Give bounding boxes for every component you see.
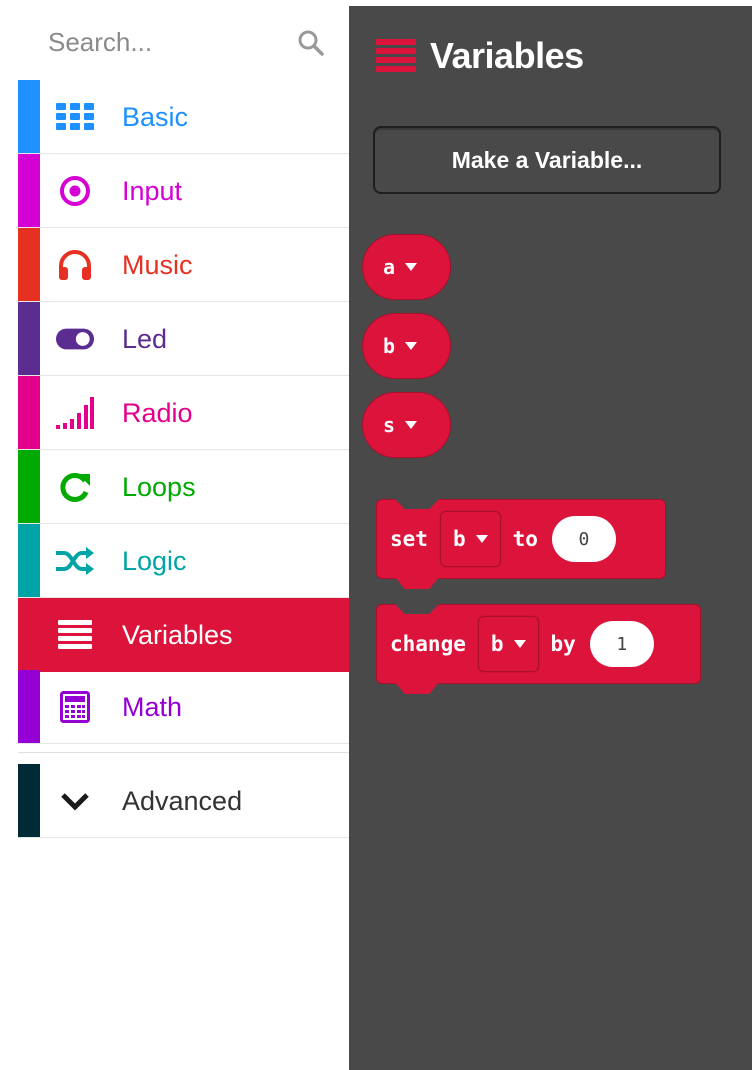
toggle-icon: [56, 321, 94, 357]
set-variable-block[interactable]: set b to 0: [376, 499, 666, 589]
category-label: Radio: [122, 398, 193, 428]
category-label: Advanced: [122, 786, 243, 816]
category-color-bar: [18, 154, 40, 227]
shuffle-icon: [56, 543, 94, 579]
dropdown-caret-icon: [513, 640, 526, 648]
category-label: Logic: [122, 546, 187, 576]
dropdown-value: b: [490, 632, 504, 656]
block-notch: [395, 499, 439, 509]
variable-reporter-s[interactable]: s: [362, 392, 451, 458]
number-input[interactable]: 1: [589, 621, 654, 667]
block-notch: [395, 604, 439, 614]
block-tab: [395, 577, 439, 589]
dropdown-caret-icon[interactable]: [405, 263, 418, 271]
category-variables[interactable]: Variables: [18, 598, 349, 672]
block-connector: by: [550, 632, 576, 656]
category-logic[interactable]: Logic: [18, 524, 349, 598]
category-label: Basic: [122, 102, 189, 132]
category-advanced[interactable]: Advanced: [18, 764, 349, 838]
signal-bars-icon: [56, 395, 94, 431]
variable-dropdown[interactable]: b: [477, 616, 539, 672]
chevron-down-icon: [56, 783, 94, 819]
dropdown-value: b: [452, 527, 466, 551]
category-label: Loops: [122, 472, 196, 502]
variable-name: b: [383, 334, 396, 358]
category-math[interactable]: Math: [18, 670, 349, 744]
category-color-bar: [18, 524, 40, 597]
dropdown-caret-icon[interactable]: [405, 421, 418, 429]
flyout-title: Variables: [430, 35, 584, 76]
target-icon: [56, 173, 94, 209]
number-input[interactable]: 0: [551, 516, 616, 562]
category-label: Variables: [122, 620, 233, 650]
category-input[interactable]: Input: [18, 154, 349, 228]
category-music[interactable]: Music: [18, 228, 349, 302]
category-color-bar: [18, 764, 40, 837]
category-color-bar: [18, 670, 40, 743]
variable-reporter-a[interactable]: a: [362, 234, 451, 300]
make-variable-button[interactable]: Make a Variable...: [373, 126, 721, 194]
change-variable-block[interactable]: change b by 1: [376, 604, 701, 694]
category-label: Math: [122, 692, 183, 722]
category-radio[interactable]: Radio: [18, 376, 349, 450]
grid-icon: [56, 99, 94, 135]
dropdown-caret-icon: [475, 535, 488, 543]
variable-name: s: [383, 413, 396, 437]
category-label: Input: [122, 176, 183, 206]
block-tab: [395, 682, 439, 694]
dropdown-caret-icon[interactable]: [405, 342, 418, 350]
variable-reporter-b[interactable]: b: [362, 313, 451, 379]
list-icon: [376, 39, 416, 72]
block-keyword: set: [390, 527, 428, 551]
block-connector: to: [512, 527, 538, 551]
toolbox: Basic Input Music: [0, 0, 349, 1070]
category-color-bar: [18, 450, 40, 523]
variable-name: a: [383, 255, 396, 279]
list-icon: [56, 617, 94, 653]
search-box: [18, 0, 349, 80]
toolbox-separator: [18, 752, 349, 753]
flyout-header: Variables: [376, 35, 584, 76]
category-basic[interactable]: Basic: [18, 80, 349, 154]
category-label: Led: [122, 324, 168, 354]
calculator-icon: [56, 689, 94, 725]
category-led[interactable]: Led: [18, 302, 349, 376]
category-color-bar: [18, 598, 40, 672]
category-label: Music: [122, 250, 193, 280]
variables-flyout: Variables Make a Variable... a b s set b…: [349, 6, 752, 1070]
headphones-icon: [56, 247, 94, 283]
category-color-bar: [18, 80, 40, 153]
category-color-bar: [18, 376, 40, 449]
refresh-icon: [56, 469, 94, 505]
search-input[interactable]: [18, 14, 338, 70]
category-color-bar: [18, 302, 40, 375]
category-loops[interactable]: Loops: [18, 450, 349, 524]
variable-dropdown[interactable]: b: [439, 511, 501, 567]
search-icon[interactable]: [296, 28, 326, 58]
block-keyword: change: [390, 632, 466, 656]
category-color-bar: [18, 228, 40, 301]
